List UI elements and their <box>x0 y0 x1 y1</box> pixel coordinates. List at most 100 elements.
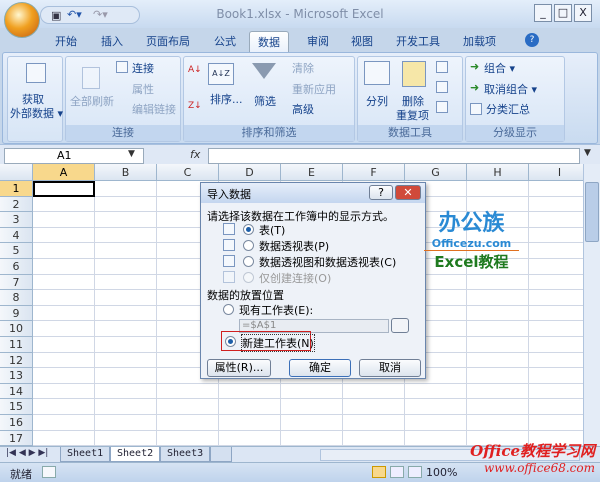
sort-dialog-icon[interactable]: A↓Z <box>208 63 234 85</box>
filter-button[interactable]: 筛选 <box>254 93 276 109</box>
sheet-tab-3[interactable]: Sheet3 <box>160 447 211 462</box>
properties-button[interactable]: 属性(R)... <box>207 359 271 377</box>
expand-formula-icon[interactable]: ▼ <box>584 148 591 158</box>
help-icon[interactable]: ? <box>525 33 539 47</box>
collapse-dialog-icon[interactable] <box>391 318 409 333</box>
cancel-button[interactable]: 取消 <box>359 359 421 377</box>
page-break-view-icon[interactable] <box>408 466 422 478</box>
formula-input[interactable] <box>208 148 580 164</box>
sheet-tab-1[interactable]: Sheet1 <box>60 447 111 462</box>
insert-function-button[interactable]: fx <box>190 148 200 161</box>
row-header[interactable]: 3 <box>0 212 33 228</box>
zoom-level[interactable]: 100% <box>426 466 457 479</box>
row-header[interactable]: 10 <box>0 321 33 337</box>
title-bar: ▣ ↶▾ ↷▾ Book1.xlsx - Microsoft Excel _ □… <box>0 0 600 28</box>
view-option-radio[interactable] <box>243 272 254 283</box>
tab-addins[interactable]: 加载项 <box>463 33 496 49</box>
office-button[interactable] <box>4 2 40 38</box>
dialog-close-button[interactable]: ✕ <box>395 185 421 200</box>
tab-review[interactable]: 审阅 <box>307 33 329 49</box>
view-option-radio[interactable] <box>243 224 254 235</box>
ok-button[interactable]: 确定 <box>289 359 351 377</box>
view-option-radio[interactable] <box>243 256 254 267</box>
row-header[interactable]: 14 <box>0 383 33 400</box>
row-header[interactable]: 9 <box>0 305 33 322</box>
tab-home[interactable]: 开始 <box>55 33 77 49</box>
minimize-button[interactable]: _ <box>534 4 552 22</box>
name-box[interactable]: A1 <box>4 148 144 164</box>
clear-button[interactable]: 清除 <box>292 60 314 76</box>
tab-data[interactable]: 数据 <box>249 31 289 53</box>
row-header[interactable]: 12 <box>0 352 33 369</box>
column-header[interactable]: F <box>343 164 405 181</box>
row-header[interactable]: 16 <box>0 415 33 431</box>
get-external-label-2[interactable]: 外部数据 ▾ <box>10 105 63 121</box>
maximize-button[interactable]: □ <box>554 4 572 22</box>
help-button[interactable]: ? <box>369 185 393 200</box>
row-header[interactable]: 6 <box>0 259 33 275</box>
refresh-all-button[interactable]: 全部刷新 <box>70 93 114 109</box>
grid-line <box>94 181 95 446</box>
view-option-radio[interactable] <box>243 240 254 251</box>
window-title: Book1.xlsx - Microsoft Excel <box>216 7 384 21</box>
row-header[interactable]: 1 <box>0 181 33 197</box>
tab-page-layout[interactable]: 页面布局 <box>146 33 190 49</box>
row-header[interactable]: 13 <box>0 368 33 384</box>
sheet-nav-icons[interactable]: |◀ ◀ ▶ ▶| <box>6 448 48 458</box>
group-connections: 全部刷新 连接 属性 编辑链接 连接 <box>65 56 181 142</box>
column-header[interactable]: H <box>467 164 529 181</box>
scroll-thumb[interactable] <box>585 182 599 242</box>
active-cell-a1[interactable] <box>33 181 95 197</box>
row-header[interactable]: 11 <box>0 337 33 353</box>
column-header[interactable]: A <box>33 164 95 181</box>
what-if-icon[interactable] <box>436 101 448 113</box>
select-all-corner[interactable] <box>0 164 33 181</box>
group-sort-filter: A↓ Z↓ A↓Z 排序... 筛选 清除 重新应用 高级 排序和筛选 <box>183 56 355 142</box>
data-validation-icon[interactable] <box>436 61 448 73</box>
tab-insert[interactable]: 插入 <box>101 33 123 49</box>
close-button[interactable]: X <box>574 4 592 22</box>
filter-icon <box>252 63 276 79</box>
column-header[interactable]: I <box>529 164 583 181</box>
tab-view[interactable]: 视图 <box>351 33 373 49</box>
new-sheet-radio[interactable] <box>225 336 236 347</box>
normal-view-icon[interactable] <box>372 466 386 478</box>
connections-button[interactable]: 连接 <box>132 60 154 76</box>
tab-formulas[interactable]: 公式 <box>214 33 236 49</box>
row-header[interactable]: 5 <box>0 243 33 259</box>
tab-developer[interactable]: 开发工具 <box>396 33 440 49</box>
advanced-button[interactable]: 高级 <box>292 101 314 117</box>
column-header[interactable]: C <box>157 164 219 181</box>
edit-links-button[interactable]: 编辑链接 <box>132 101 176 117</box>
page-layout-view-icon[interactable] <box>390 466 404 478</box>
chevron-down-icon[interactable]: ▼ <box>128 149 135 159</box>
ungroup-button[interactable]: 取消组合 ▾ <box>484 81 537 97</box>
row-header[interactable]: 17 <box>0 430 33 446</box>
subtotal-button[interactable]: 分类汇总 <box>486 101 530 117</box>
row-header[interactable]: 7 <box>0 274 33 291</box>
column-header[interactable]: B <box>95 164 157 181</box>
insert-sheet-icon[interactable] <box>210 447 232 462</box>
row-header[interactable]: 8 <box>0 290 33 306</box>
column-header[interactable]: E <box>281 164 343 181</box>
macro-record-icon[interactable] <box>42 466 56 478</box>
sort-asc-icon[interactable]: A↓ <box>188 65 202 75</box>
group-button[interactable]: 组合 ▾ <box>484 60 515 76</box>
text-to-columns-button[interactable]: 分列 <box>366 93 388 109</box>
refresh-icon <box>82 67 100 89</box>
properties-button[interactable]: 属性 <box>132 81 154 97</box>
vertical-scrollbar[interactable] <box>583 164 600 446</box>
sort-desc-icon[interactable]: Z↓ <box>188 101 202 111</box>
sheet-tab-2[interactable]: Sheet2 <box>110 447 161 462</box>
column-header[interactable]: G <box>405 164 467 181</box>
row-header[interactable]: 2 <box>0 196 33 213</box>
column-header[interactable]: D <box>219 164 281 181</box>
external-data-icon <box>26 63 46 83</box>
existing-sheet-radio[interactable] <box>223 304 234 315</box>
reapply-button[interactable]: 重新应用 <box>292 81 336 97</box>
sort-button[interactable]: 排序... <box>210 91 243 107</box>
row-header[interactable]: 15 <box>0 399 33 415</box>
consolidate-icon[interactable] <box>436 81 448 93</box>
view-option-icon <box>223 223 235 235</box>
row-header[interactable]: 4 <box>0 227 33 244</box>
